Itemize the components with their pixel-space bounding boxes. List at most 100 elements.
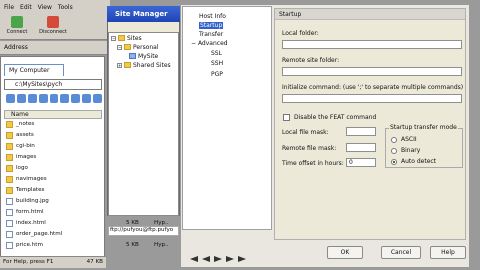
connect-icon (11, 16, 23, 28)
folder-icon (124, 62, 131, 68)
tree-advanced[interactable]: − Advanced (191, 40, 228, 47)
file-name: building.jpg (16, 198, 49, 204)
end-icon[interactable] (238, 256, 246, 262)
menu-file[interactable]: File (4, 4, 14, 11)
status-help: For Help, press F1 (3, 259, 54, 265)
help-button[interactable]: Help (430, 246, 466, 259)
play-icon[interactable] (214, 256, 222, 262)
tree-mysite[interactable]: MySite (129, 53, 158, 60)
radio-ascii[interactable] (391, 137, 397, 143)
init-command-input[interactable] (282, 94, 462, 103)
filter-icon[interactable] (82, 94, 92, 103)
menu-tools[interactable]: Tools (58, 4, 73, 11)
local-mask-label: Local file mask: (282, 129, 329, 136)
file-name: form.html (16, 209, 44, 215)
file-name: _notes (16, 121, 35, 127)
local-folder-input[interactable] (282, 40, 462, 49)
folder-icon (6, 154, 13, 161)
tab-my-computer[interactable]: My Computer (4, 64, 64, 76)
file-name: order_page.html (16, 231, 63, 237)
transfer-mode-title: Startup transfer mode (389, 124, 458, 131)
time-offset-input[interactable]: 0 (346, 158, 376, 167)
view-icon[interactable] (60, 94, 70, 103)
address-bar[interactable]: Address (0, 41, 110, 55)
tree-pgp[interactable]: PGP (211, 71, 223, 78)
media-controls (190, 254, 328, 264)
radio-ascii-label: ASCII (401, 136, 417, 143)
file-name: Templates (16, 187, 45, 193)
delete-icon[interactable] (27, 94, 37, 103)
folder-icon (6, 187, 13, 194)
disconnect-label: Disconnect (39, 29, 67, 35)
tree-personal[interactable]: − Personal (117, 44, 159, 51)
forward-icon[interactable] (226, 256, 234, 262)
menu-view[interactable]: View (38, 4, 52, 11)
tree-sites[interactable]: − Sites (111, 35, 142, 42)
disable-feat-label: Disable the FEAT command (294, 114, 377, 121)
menu-bar: File Edit View Tools (0, 0, 110, 14)
file-icon (6, 220, 13, 227)
remote-folder-label: Remote site folder: (282, 57, 340, 64)
folder-icon (6, 132, 13, 139)
name-column-header[interactable]: Name (4, 110, 102, 119)
radio-binary[interactable] (391, 148, 397, 154)
file-name: index.html (16, 220, 46, 226)
tree-transfer[interactable]: Transfer (199, 31, 223, 38)
disable-feat-checkbox[interactable] (283, 114, 290, 121)
refresh-icon[interactable] (49, 94, 59, 103)
remote-folder-input[interactable] (282, 67, 462, 76)
new-folder-icon[interactable] (16, 94, 26, 103)
menu-edit[interactable]: Edit (20, 4, 32, 11)
radio-binary-label: Binary (401, 147, 421, 154)
ftp-url-field[interactable]: ftp://pufyou@ftp.pufyo (108, 226, 179, 236)
file-name: assets (16, 132, 34, 138)
up-folder-icon[interactable] (6, 94, 15, 103)
tree-shared-sites[interactable]: + Shared Sites (117, 62, 171, 69)
file-icon (6, 231, 13, 238)
file-name: cgi-bin (16, 143, 35, 149)
connect-button[interactable]: Connect (4, 16, 30, 38)
help-icon[interactable] (93, 94, 103, 103)
disconnect-icon (47, 16, 59, 28)
folder-icon (6, 176, 13, 183)
status-size: 47 KB (86, 259, 103, 265)
startup-title: Startup (275, 9, 465, 20)
file-name: navimages (16, 176, 47, 182)
address-label: Address (4, 44, 28, 51)
cancel-button[interactable]: Cancel (381, 246, 421, 259)
status-bar: For Help, press F1 47 KB (0, 256, 106, 268)
file-row[interactable]: price.htm 5 KB Hyp... (4, 241, 169, 250)
folder-icon (6, 165, 13, 172)
remote-mask-input[interactable] (346, 143, 376, 152)
file-icon (6, 209, 13, 216)
rewind-icon[interactable] (190, 256, 198, 262)
tree-ssh[interactable]: SSH (211, 60, 223, 67)
local-mask-input[interactable] (346, 127, 376, 136)
site-manager-title: Site Manager (107, 6, 180, 22)
radio-auto-detect[interactable] (391, 159, 397, 165)
file-name: images (16, 154, 37, 160)
tree-host-info[interactable]: Host Info (199, 13, 226, 20)
file-size: 5 KB (126, 242, 139, 248)
properties-icon[interactable] (71, 94, 81, 103)
back-icon[interactable] (202, 256, 210, 262)
file-type: Hyp... (154, 242, 169, 248)
rename-icon[interactable] (38, 94, 48, 103)
tree-ssl[interactable]: SSL (211, 50, 222, 57)
ok-button[interactable]: OK (327, 246, 363, 259)
local-folder-label: Local folder: (282, 30, 319, 37)
disconnect-button[interactable]: Disconnect (34, 16, 72, 38)
folder-icon (118, 35, 125, 41)
connect-label: Connect (6, 29, 28, 35)
local-toolbar (4, 94, 103, 106)
tree-startup[interactable]: Startup (199, 22, 224, 29)
time-offset-label: Time offset in hours: (282, 160, 344, 167)
file-icon (6, 198, 13, 205)
folder-icon (6, 121, 13, 128)
local-path-input[interactable]: c:\MySites\pych (4, 79, 102, 90)
folder-icon (124, 44, 131, 50)
file-name: price.htm (16, 242, 43, 248)
file-name: logo (16, 165, 28, 171)
site-tree: − Sites − Personal MySite + Shared Sites (108, 32, 179, 216)
folder-icon (6, 143, 13, 150)
